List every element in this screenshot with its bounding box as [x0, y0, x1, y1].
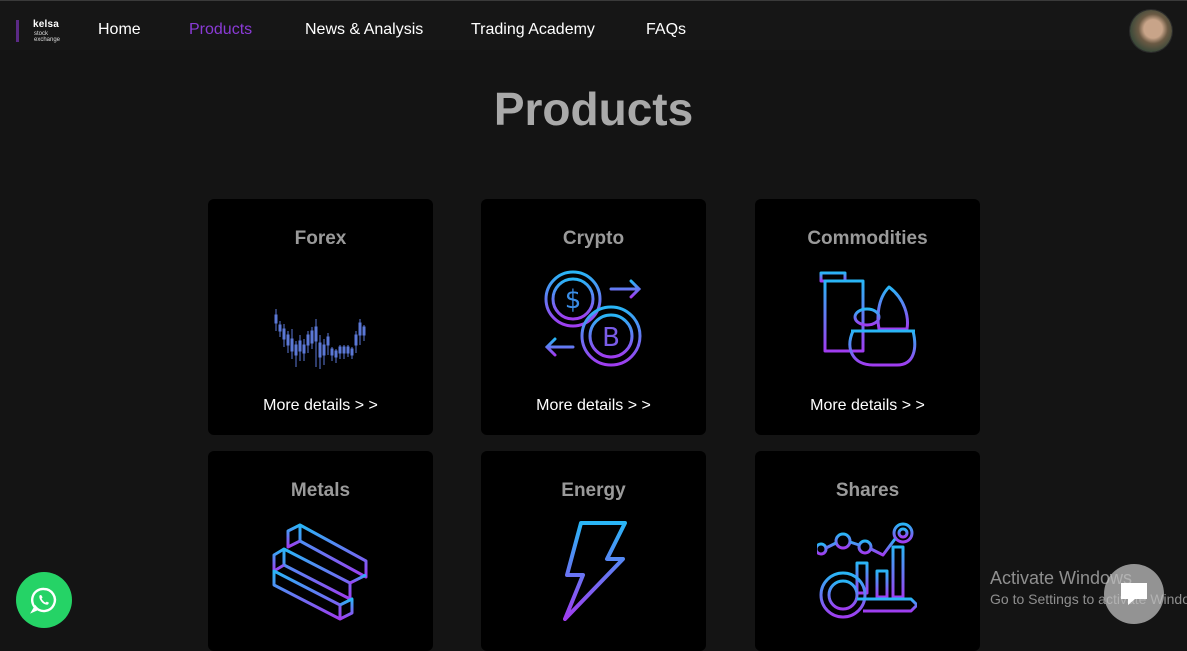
candlestick-chart-icon — [274, 309, 366, 369]
product-card-energy[interactable]: Energy — [481, 451, 706, 651]
svg-text:$: $ — [565, 285, 582, 315]
product-card-forex[interactable]: Forex More details > > — [208, 199, 433, 435]
user-avatar[interactable] — [1130, 10, 1172, 52]
card-title: Forex — [294, 228, 347, 249]
nav-home[interactable]: Home — [98, 21, 141, 39]
product-card-metals[interactable]: Metals — [208, 451, 433, 651]
nav-products[interactable]: Products — [189, 21, 252, 39]
nav-faqs[interactable]: FAQs — [646, 21, 686, 39]
lightning-icon — [563, 521, 627, 621]
nav-trading-academy[interactable]: Trading Academy — [471, 21, 595, 39]
brand-line-2: exchange — [34, 37, 61, 43]
metal-bars-icon — [272, 523, 368, 621]
navbar: kelsa stock exchange Home Products News … — [0, 1, 1187, 52]
commodities-icon — [819, 271, 917, 367]
product-card-commodities[interactable]: Commodities More details > > — [755, 199, 980, 435]
svg-text:B: B — [602, 323, 620, 353]
whatsapp-button[interactable] — [16, 572, 72, 628]
product-card-crypto[interactable]: Crypto $ B More details > > — [481, 199, 706, 435]
more-details-link[interactable]: More details > > — [755, 397, 980, 415]
crypto-exchange-icon: $ B — [544, 270, 642, 367]
more-details-link[interactable]: More details > > — [481, 397, 706, 415]
brand-logo[interactable]: kelsa stock exchange — [16, 19, 70, 44]
chat-bubble-icon — [1121, 583, 1147, 605]
chat-button[interactable] — [1104, 564, 1164, 624]
brand-name: kelsa — [33, 19, 60, 30]
product-card-shares[interactable]: Shares — [755, 451, 980, 651]
whatsapp-icon — [30, 587, 57, 614]
card-title: Shares — [835, 480, 900, 501]
card-title: Energy — [561, 480, 626, 501]
page-title: Products — [493, 83, 694, 135]
card-title: Metals — [290, 480, 351, 501]
card-title: Crypto — [562, 228, 625, 249]
logo-mark — [16, 20, 19, 42]
more-details-link[interactable]: More details > > — [208, 397, 433, 415]
card-title: Commodities — [807, 228, 928, 249]
shares-growth-icon — [817, 522, 917, 619]
nav-news-analysis[interactable]: News & Analysis — [305, 21, 423, 39]
